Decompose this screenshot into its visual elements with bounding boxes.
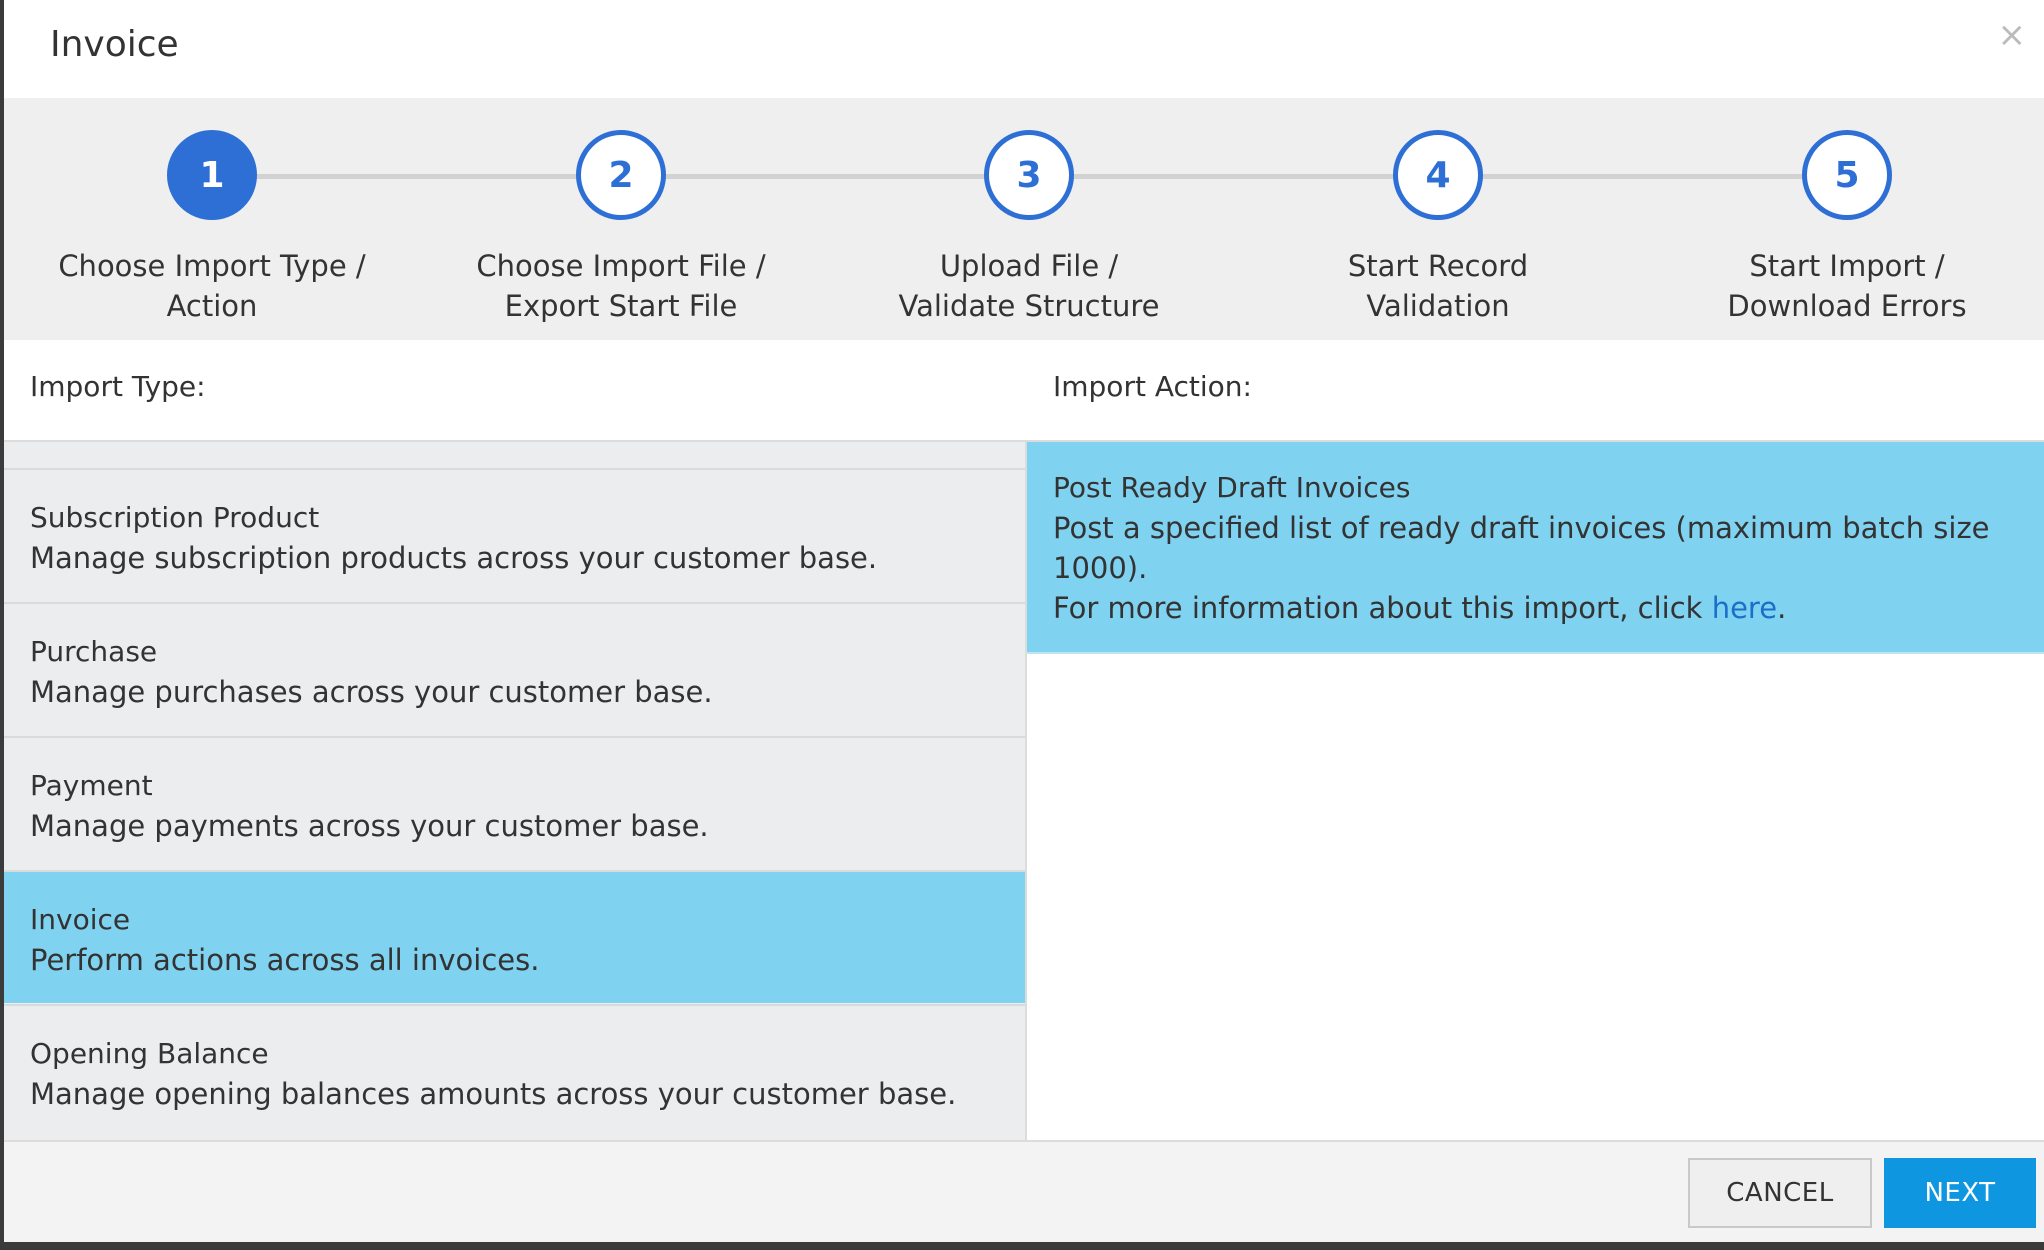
step-5-label-line1: Start Import /: [1749, 249, 1945, 283]
import-type-item-subscription-product[interactable]: Subscription Product Manage subscription…: [4, 468, 1025, 601]
import-type-description: Manage payments across your customer bas…: [30, 809, 709, 843]
step-3: 3 Upload File / Validate Structure: [819, 130, 1239, 326]
step-3-circle: 3: [984, 130, 1074, 220]
step-4: 4 Start Record Validation: [1228, 130, 1648, 326]
import-type-name: Opening Balance: [30, 1037, 269, 1070]
step-2: 2 Choose Import File / Export Start File: [411, 130, 831, 326]
import-action-heading: Import Action:: [1053, 370, 1252, 403]
step-5-label-line2: Download Errors: [1727, 289, 1967, 323]
step-1-circle: 1: [167, 130, 257, 220]
close-icon[interactable]: ×: [1998, 18, 2027, 52]
import-type-item-opening-balance[interactable]: Opening Balance Manage opening balances …: [4, 1004, 1025, 1137]
step-2-circle: 2: [576, 130, 666, 220]
step-4-label-line1: Start Record: [1347, 249, 1529, 283]
dialog-title: Invoice: [50, 24, 179, 65]
cancel-button[interactable]: CANCEL: [1688, 1158, 1872, 1228]
dialog-footer: CANCEL NEXT: [4, 1140, 2044, 1242]
import-action-description: Post a specified list of ready draft inv…: [1053, 511, 1990, 585]
import-type-heading: Import Type:: [30, 370, 206, 403]
step-1-label-line2: Action: [166, 289, 258, 323]
import-type-name: Purchase: [30, 635, 158, 668]
next-button[interactable]: NEXT: [1884, 1158, 2036, 1228]
import-action-more-info: For more information about this import, …: [1053, 588, 2004, 628]
more-info-suffix: .: [1777, 591, 1787, 625]
import-type-name: Invoice: [30, 903, 131, 936]
more-info-link[interactable]: here: [1712, 591, 1777, 625]
import-type-item-payment[interactable]: Payment Manage payments across your cust…: [4, 736, 1025, 869]
step-1-label-line1: Choose Import Type /: [58, 249, 366, 283]
import-type-item-invoice[interactable]: Invoice Perform actions across all invoi…: [4, 870, 1025, 1003]
step-5-circle: 5: [1802, 130, 1892, 220]
column-headers: Import Type: Import Action:: [4, 340, 2044, 442]
import-type-item-purchase[interactable]: Purchase Manage purchases across your cu…: [4, 602, 1025, 735]
step-4-circle: 4: [1393, 130, 1483, 220]
step-2-label-line1: Choose Import File /: [476, 249, 766, 283]
step-1: 1 Choose Import Type / Action: [2, 130, 422, 326]
more-info-prefix: For more information about this import, …: [1053, 591, 1712, 625]
step-4-label: Start Record Validation: [1228, 246, 1648, 326]
import-action-name: Post Ready Draft Invoices: [1053, 471, 1411, 504]
import-type-description: Perform actions across all invoices.: [30, 943, 540, 977]
import-dialog: Invoice × 1 Choose Import Type / Action …: [4, 0, 2044, 1242]
import-action-item-post-ready-draft-invoices[interactable]: Post Ready Draft Invoices Post a specifi…: [1027, 442, 2044, 654]
step-1-label: Choose Import Type / Action: [2, 246, 422, 326]
import-action-list: Post Ready Draft Invoices Post a specifi…: [1027, 442, 2044, 1140]
stepper: 1 Choose Import Type / Action 2 Choose I…: [4, 98, 2044, 340]
step-5: 5 Start Import / Download Errors: [1637, 130, 2044, 326]
import-type-name: Payment: [30, 769, 153, 802]
step-5-label: Start Import / Download Errors: [1637, 246, 2044, 326]
step-2-label: Choose Import File / Export Start File: [411, 246, 831, 326]
import-type-description: Manage purchases across your customer ba…: [30, 675, 713, 709]
import-type-list[interactable]: Subscription Product Manage subscription…: [4, 442, 1027, 1140]
step-2-label-line2: Export Start File: [504, 289, 738, 323]
import-type-name: Subscription Product: [30, 501, 320, 534]
step-3-label-line1: Upload File /: [939, 249, 1119, 283]
dialog-header: Invoice ×: [4, 0, 2044, 98]
import-type-description: Manage opening balances amounts across y…: [30, 1077, 957, 1111]
step-3-label-line2: Validate Structure: [898, 289, 1160, 323]
import-type-description: Manage subscription products across your…: [30, 541, 878, 575]
step-4-label-line2: Validation: [1366, 289, 1510, 323]
step-3-label: Upload File / Validate Structure: [819, 246, 1239, 326]
